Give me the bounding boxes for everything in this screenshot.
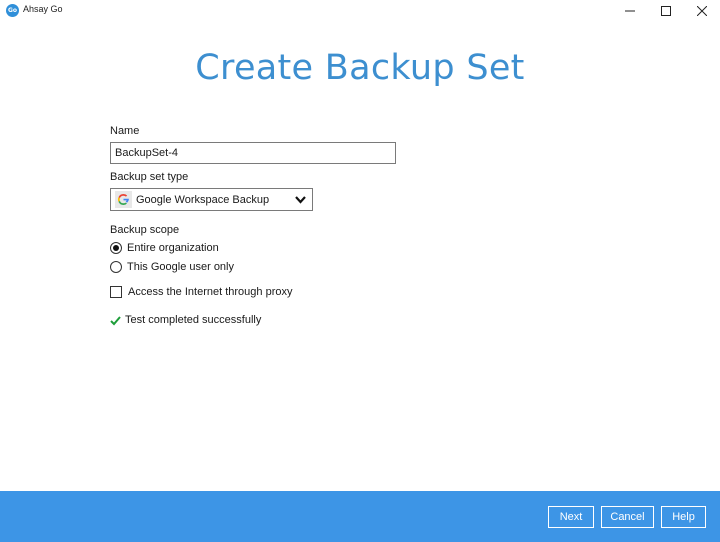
checkmark-icon [110,315,121,325]
scope-option-label: This Google user only [127,261,234,273]
maximize-button[interactable] [648,0,684,22]
backup-scope-label: Backup scope [110,224,180,236]
app-window: Go Ahsay Go Create Backup Set Name Backu… [0,0,720,542]
backup-set-type-select[interactable]: Google Workspace Backup [110,188,313,211]
page-title: Create Backup Set [195,48,525,88]
scope-option-label: Entire organization [127,242,219,254]
minimize-icon [625,10,635,12]
radio-selected-dot [113,245,119,251]
scope-option-entire-organization[interactable]: Entire organization [110,242,219,254]
next-button[interactable]: Next [548,506,594,528]
backup-set-type-value: Google Workspace Backup [136,193,270,206]
chevron-down-icon [295,196,306,204]
close-icon [697,6,707,16]
minimize-button[interactable] [612,0,648,22]
cancel-button[interactable]: Cancel [601,506,654,528]
window-controls [612,0,720,22]
radio-button[interactable] [110,261,122,273]
window-title: Ahsay Go [23,4,63,14]
proxy-checkbox[interactable] [110,286,122,298]
test-status: Test completed successfully [110,314,261,326]
maximize-icon [661,6,671,16]
close-button[interactable] [684,0,720,22]
help-button[interactable]: Help [661,506,706,528]
test-status-text: Test completed successfully [125,314,262,326]
radio-button[interactable] [110,242,122,254]
proxy-checkbox-row[interactable]: Access the Internet through proxy [110,286,292,298]
backup-set-type-label: Backup set type [110,171,189,183]
title-bar: Go Ahsay Go [0,0,720,22]
ahsay-go-logo-icon: Go [6,4,19,17]
name-label: Name [110,125,140,137]
name-input[interactable] [110,142,396,164]
proxy-checkbox-label: Access the Internet through proxy [128,286,293,298]
google-g-icon [115,191,132,208]
scope-option-this-google-user[interactable]: This Google user only [110,261,234,273]
